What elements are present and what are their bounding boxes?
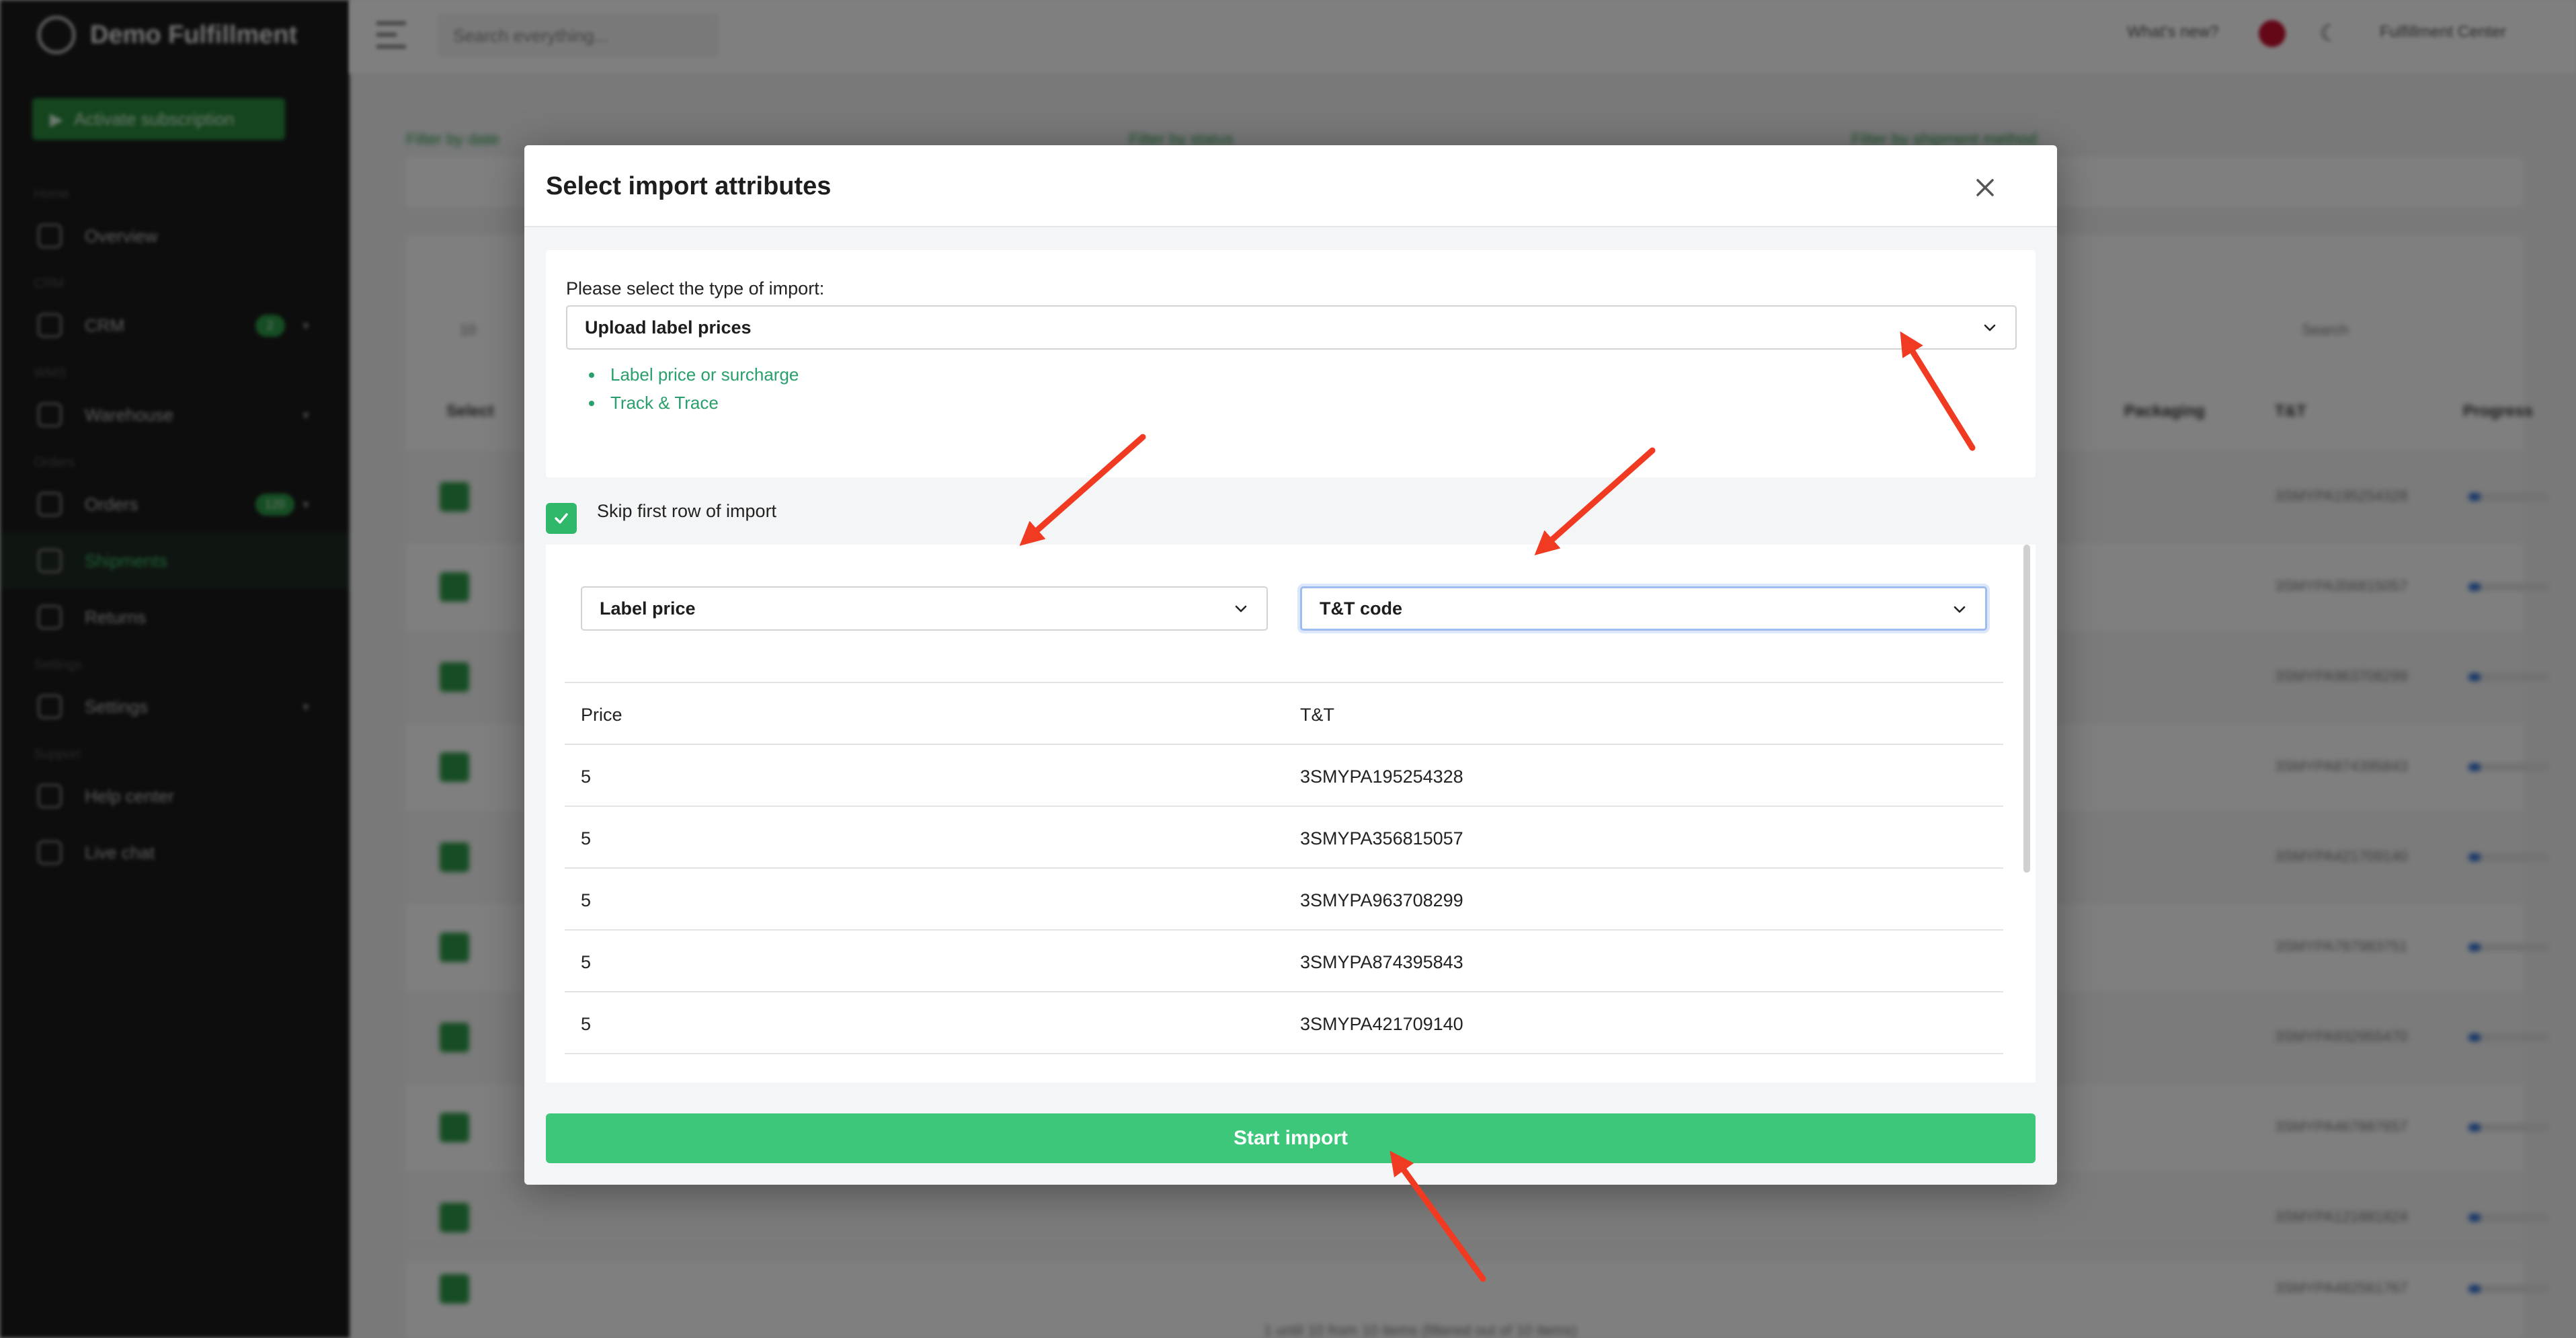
table-row: 5 3SMYPA874395843 [565,929,2003,991]
preview-price-cell: 5 [581,890,592,910]
import-preview-table: Price T&T 5 3SMYPA195254328 5 3SMYPA3568… [565,682,2003,1083]
preview-tt-cell: 3SMYPA421709140 [1300,1014,1463,1034]
modal-header: Select import attributes [524,145,2057,227]
import-attribute-list: Label price or surcharge Track & Trace [589,364,799,421]
skip-first-row-label: Skip first row of import [597,500,777,521]
preview-tt-cell: 3SMYPA874395843 [1300,952,1463,972]
table-row: 5 3SMYPA195254328 [565,744,2003,805]
preview-header-price: Price [581,705,622,725]
preview-header-tt: T&T [1300,705,1334,725]
preview-tt-cell: 3SMYPA963708299 [1300,890,1463,910]
modal-title: Select import attributes [546,172,832,200]
close-icon[interactable] [1968,171,2002,204]
list-item: Track & Trace [589,393,799,421]
start-import-button[interactable]: Start import [546,1113,2036,1163]
import-type-select[interactable]: Upload label prices [566,305,2017,350]
chevron-down-icon [1984,324,1996,331]
preview-tt-cell: 3SMYPA356815057 [1300,828,1463,849]
chevron-down-icon [1235,605,1247,613]
import-type-value: Upload label prices [585,317,752,338]
table-row: 5 3SMYPA356815057 [565,805,2003,867]
preview-price-cell: 5 [581,828,592,849]
modal-body: Please select the type of import: Upload… [524,227,2057,1185]
preview-price-cell: 5 [581,766,592,787]
list-item: Label price or surcharge [589,364,799,393]
column-select-value: T&T code [1320,598,1403,619]
table-row: 5 3SMYPA963708299 [565,867,2003,929]
chevron-down-icon [1954,606,1966,613]
table-row: 5 3SMYPA421709140 [565,991,2003,1053]
preview-tt-cell: 3SMYPA195254328 [1300,766,1463,787]
column-mapping-panel: Label price T&T code Price T&T 5 3SMYPA1… [546,545,2036,1083]
import-attributes-modal: Select import attributes Please select t… [524,145,2057,1185]
import-type-card: Please select the type of import: Upload… [546,250,2036,477]
checkmark-icon [555,513,568,524]
import-type-label: Please select the type of import: [566,278,825,299]
column-select-price[interactable]: Label price [581,586,1268,631]
skip-first-row-checkbox[interactable] [546,503,577,534]
skip-first-row-option: Skip first row of import [546,500,777,535]
start-import-label: Start import [1233,1127,1348,1149]
preview-price-cell: 5 [581,952,592,972]
preview-price-cell: 5 [581,1014,592,1034]
column-select-value: Label price [600,598,696,619]
table-row-partial [565,1053,2003,1083]
column-select-tt[interactable]: T&T code [1300,586,1987,631]
preview-scrollbar-thumb[interactable] [2023,545,2030,873]
preview-header-row: Price T&T [565,682,2003,744]
